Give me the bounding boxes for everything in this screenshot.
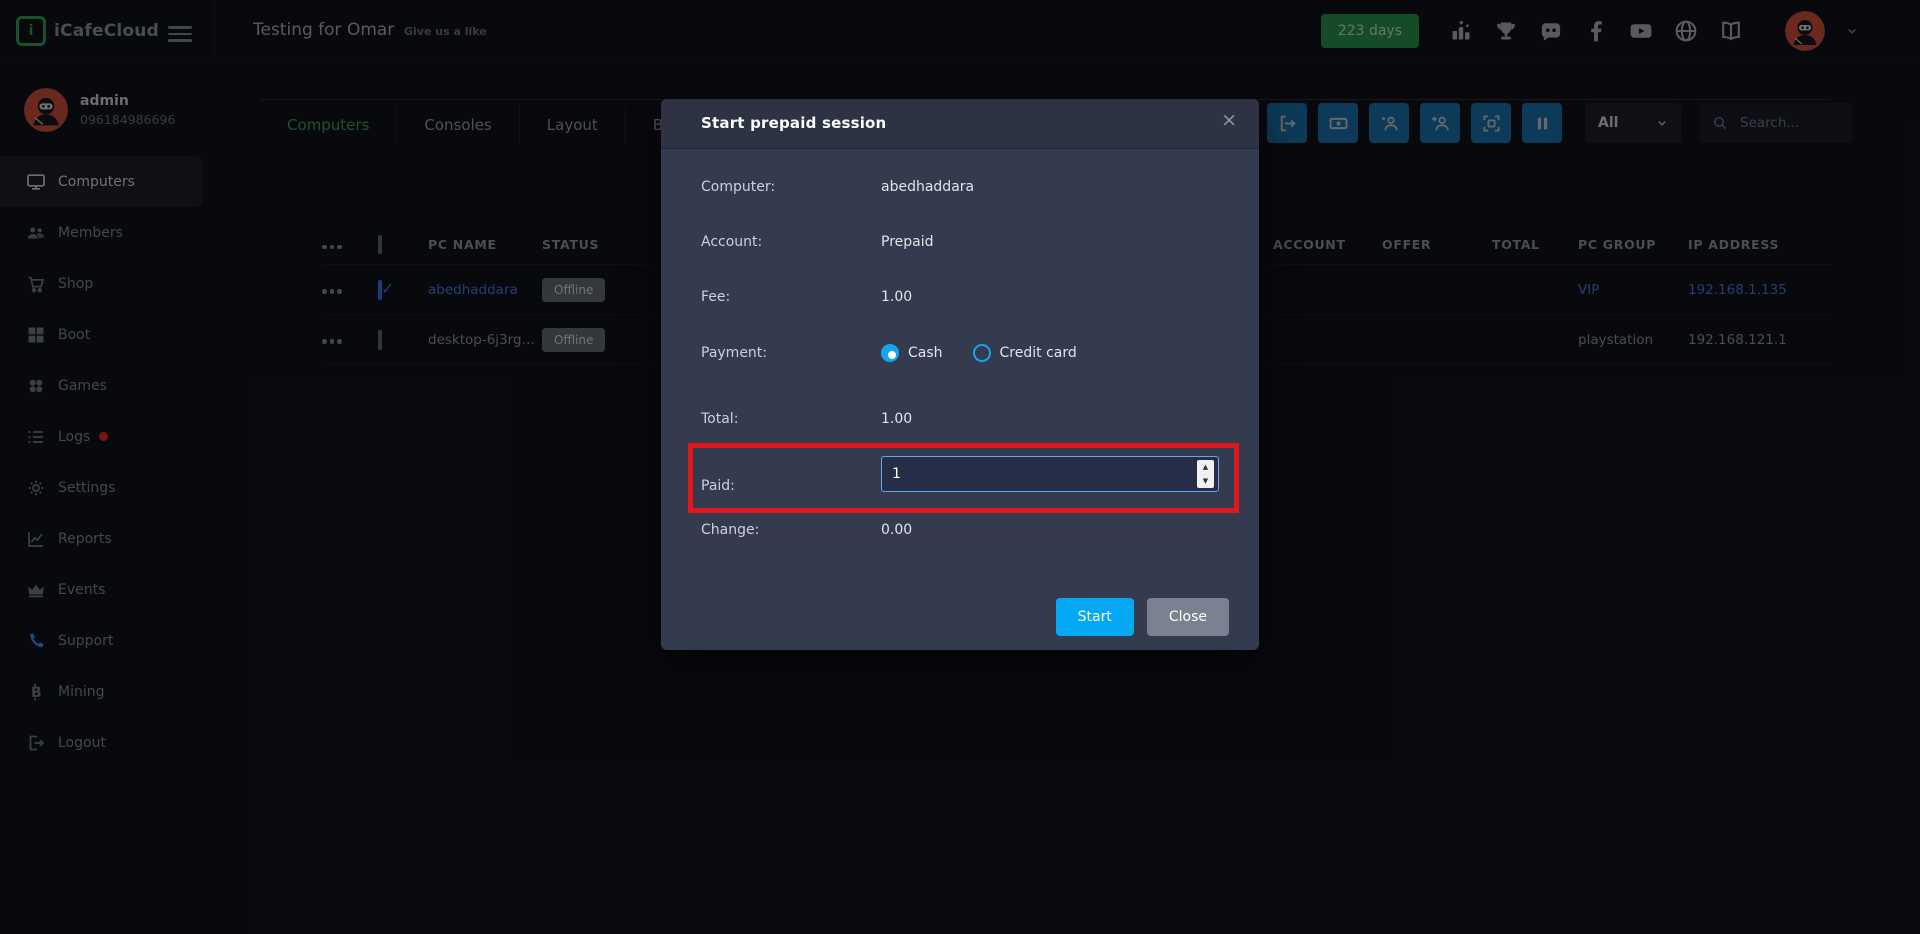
computer-value: abedhaddara <box>881 179 974 195</box>
modal-footer: Start Close <box>1056 598 1229 636</box>
close-icon[interactable]: × <box>1221 109 1237 131</box>
paid-label: Paid: <box>701 478 735 494</box>
modal-title: Start prepaid session <box>701 114 886 132</box>
radio-cash[interactable]: Cash <box>881 344 943 362</box>
modal-header: Start prepaid session × <box>661 99 1259 149</box>
radio-selected-icon <box>881 344 899 362</box>
fee-label: Fee: <box>701 289 730 305</box>
close-button[interactable]: Close <box>1147 598 1229 636</box>
radio-unselected-icon <box>973 344 991 362</box>
total-value: 1.00 <box>881 411 912 427</box>
account-label: Account: <box>701 234 762 250</box>
paid-input[interactable] <box>881 456 1219 492</box>
fee-value: 1.00 <box>881 289 912 305</box>
total-label: Total: <box>701 411 738 427</box>
change-label: Change: <box>701 522 759 538</box>
payment-label: Payment: <box>701 345 767 361</box>
start-button[interactable]: Start <box>1056 598 1134 636</box>
paid-field-wrap: ▲ ▼ <box>881 456 1219 492</box>
spinner-down-button[interactable]: ▼ <box>1197 474 1214 488</box>
number-spinner: ▲ ▼ <box>1197 460 1214 488</box>
account-value: Prepaid <box>881 234 934 250</box>
payment-options: Cash Credit card <box>881 344 1077 362</box>
radio-credit-card[interactable]: Credit card <box>973 344 1077 362</box>
spinner-up-button[interactable]: ▲ <box>1197 460 1214 474</box>
change-value: 0.00 <box>881 522 912 538</box>
computer-label: Computer: <box>701 179 775 195</box>
start-prepaid-session-modal: Start prepaid session × Computer: abedha… <box>661 99 1259 650</box>
